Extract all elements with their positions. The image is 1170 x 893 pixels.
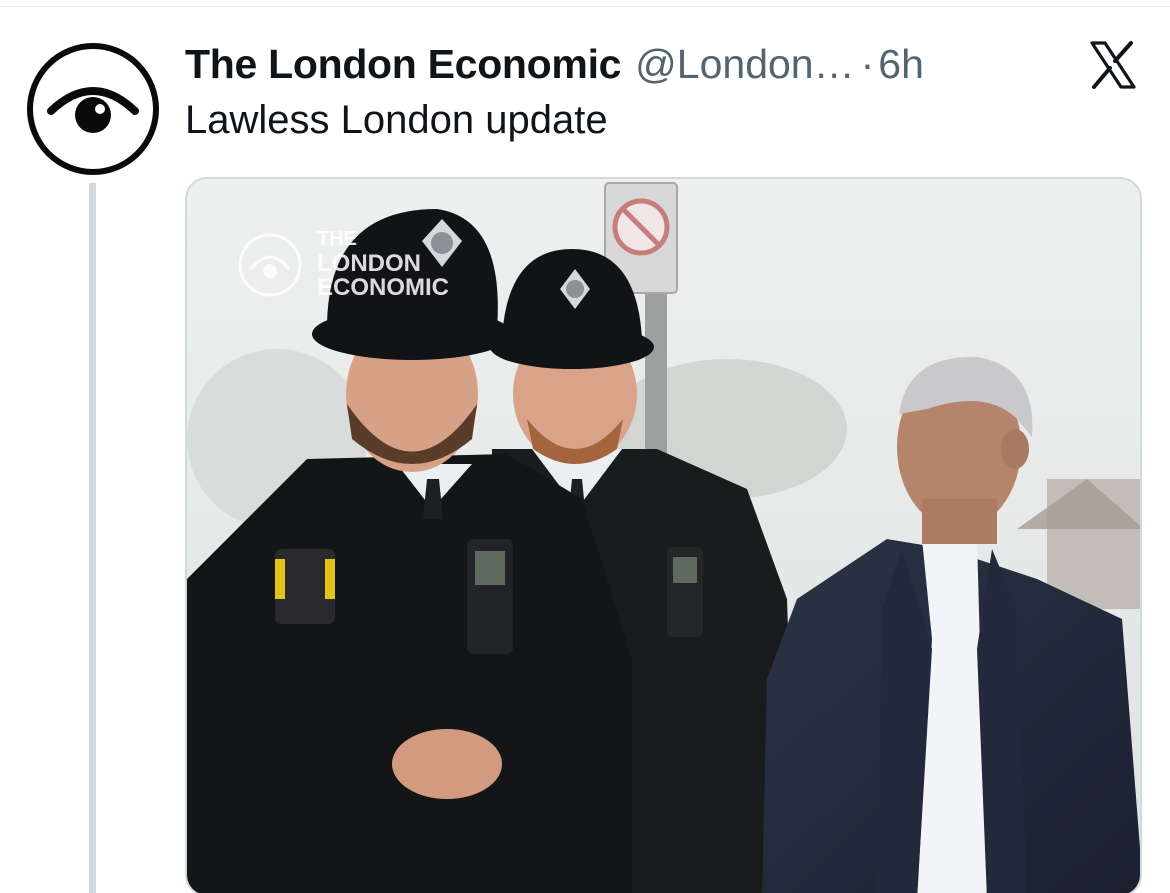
x-logo-icon[interactable]: [1088, 40, 1138, 90]
tweet-text: Lawless London update: [185, 98, 608, 142]
tweet-header: The London Economic @London… · 6h: [185, 36, 924, 92]
watermark-line3: ECONOMIC: [317, 274, 449, 301]
display-name[interactable]: The London Economic: [185, 41, 621, 88]
watermark-line1: THE: [317, 228, 357, 250]
timestamp[interactable]: 6h: [878, 41, 924, 88]
watermark-line2: LONDON: [317, 250, 421, 277]
thread-line: [89, 183, 96, 893]
separator-dot: ·: [860, 40, 875, 87]
divider: [0, 6, 1170, 7]
user-handle[interactable]: @London…: [635, 41, 854, 88]
eye-logo-icon: [47, 87, 139, 133]
avatar[interactable]: [27, 43, 159, 175]
media-image[interactable]: THE LONDON ECONOMIC: [185, 177, 1142, 893]
tweet: The London Economic @London… · 6h Lawles…: [0, 0, 1170, 893]
